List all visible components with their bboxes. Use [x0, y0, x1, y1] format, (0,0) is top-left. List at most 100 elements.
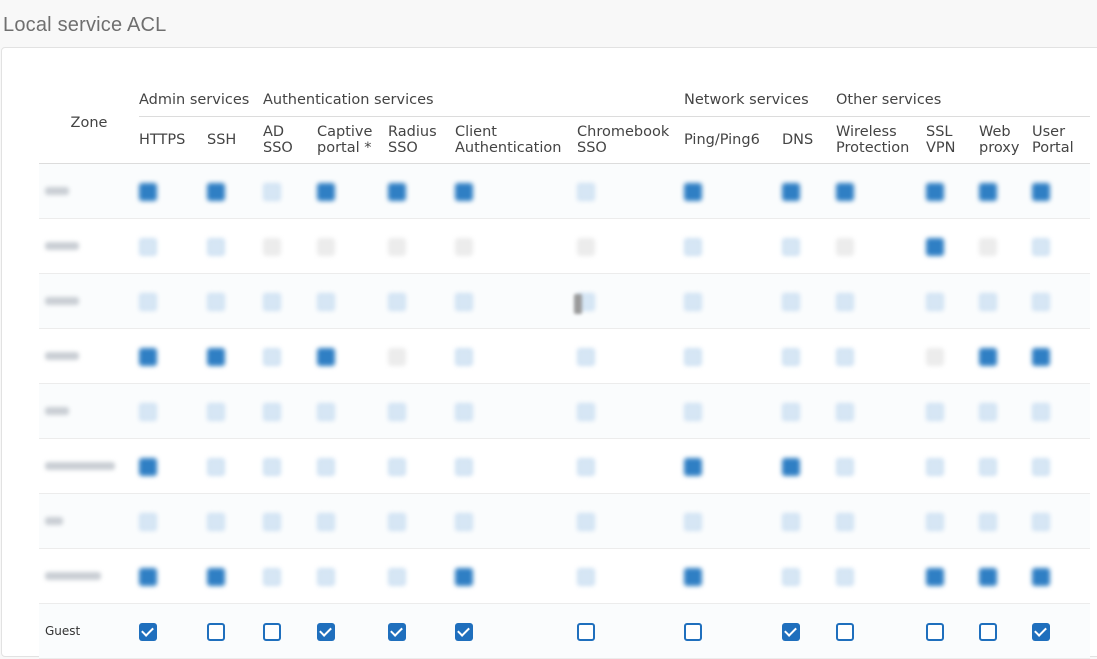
redacted-checkbox — [207, 567, 225, 586]
acl-cell — [782, 493, 836, 549]
redacted-checkbox — [684, 237, 702, 256]
redacted-checkbox — [577, 457, 595, 476]
redacted-checkbox — [684, 567, 702, 586]
acl-cell — [782, 438, 836, 494]
column-header-label: SSH — [207, 132, 237, 148]
column-header-label: SSO — [263, 140, 293, 156]
redacted-checkbox — [388, 182, 406, 201]
redacted-checkbox — [455, 402, 473, 421]
redacted-checkbox — [577, 512, 595, 531]
acl-cell — [577, 328, 684, 384]
column-header: Radius SSO — [388, 116, 455, 164]
redacted-checkbox — [207, 457, 225, 476]
acl-cell — [388, 493, 455, 549]
acl-cell — [455, 163, 577, 219]
acl-cell — [577, 438, 684, 494]
column-header-label: Captive — [317, 124, 373, 140]
redacted-zone-name — [45, 187, 69, 195]
redacted-checkbox — [207, 237, 225, 256]
group-header-label: Authentication services — [263, 92, 434, 108]
service-checkbox[interactable] — [577, 622, 595, 641]
service-checkbox[interactable] — [836, 622, 854, 641]
redacted-checkbox — [317, 347, 335, 366]
service-checkbox[interactable] — [455, 622, 473, 641]
acl-cell — [388, 218, 455, 274]
column-header-label: User — [1032, 124, 1066, 140]
redacted-checkbox — [455, 347, 473, 366]
redacted-checkbox — [782, 512, 800, 531]
zone-name: Guest — [45, 624, 81, 638]
column-header: Wireless Protection — [836, 116, 926, 164]
service-checkbox[interactable] — [684, 622, 702, 641]
acl-cell — [782, 273, 836, 329]
service-checkbox[interactable] — [263, 622, 281, 641]
acl-cell — [455, 328, 577, 384]
redacted-checkbox — [1032, 402, 1050, 421]
column-header: Ping/Ping6 — [684, 116, 782, 164]
redacted-checkbox — [836, 292, 854, 311]
service-checkbox[interactable] — [139, 622, 157, 641]
redacted-checkbox — [388, 237, 406, 256]
column-header-label: Ping/Ping6 — [684, 132, 760, 148]
acl-cell — [139, 163, 207, 219]
acl-cell — [263, 218, 317, 274]
redacted-checkbox — [455, 567, 473, 586]
group-header-label: Admin services — [139, 92, 250, 108]
acl-cell — [979, 218, 1032, 274]
column-header-label: Authentication — [455, 140, 562, 156]
acl-cell — [455, 438, 577, 494]
acl-cell — [684, 493, 782, 549]
service-checkbox[interactable] — [317, 622, 335, 641]
redacted-checkbox — [979, 237, 997, 256]
acl-cell — [782, 218, 836, 274]
service-checkbox[interactable] — [207, 622, 225, 641]
service-checkbox[interactable] — [1032, 622, 1050, 641]
acl-cell — [139, 493, 207, 549]
acl-cell — [684, 328, 782, 384]
redacted-checkbox — [836, 347, 854, 366]
redacted-checkbox — [317, 457, 335, 476]
acl-cell — [388, 438, 455, 494]
service-checkbox[interactable] — [388, 622, 406, 641]
column-header-label: Protection — [836, 140, 910, 156]
service-checkbox[interactable] — [782, 622, 800, 641]
acl-cell — [139, 548, 207, 604]
redacted-checkbox — [926, 182, 944, 201]
acl-cell — [926, 328, 979, 384]
redacted-checkbox — [979, 347, 997, 366]
acl-cell — [139, 438, 207, 494]
acl-cell — [979, 548, 1032, 604]
column-header: SSL VPN — [926, 116, 979, 164]
acl-cell — [388, 273, 455, 329]
redacted-checkbox — [317, 512, 335, 531]
column-header-label: SSO — [577, 140, 607, 156]
acl-cell — [577, 603, 684, 659]
service-checkbox[interactable] — [926, 622, 944, 641]
redacted-checkbox — [317, 237, 335, 256]
acl-cell — [684, 548, 782, 604]
redacted-checkbox — [455, 292, 473, 311]
redacted-checkbox — [1032, 292, 1050, 311]
acl-cell — [577, 383, 684, 439]
redacted-checkbox — [979, 402, 997, 421]
redacted-checkbox — [207, 182, 225, 201]
redacted-checkbox — [207, 402, 225, 421]
acl-cell — [782, 603, 836, 659]
acl-cell — [577, 493, 684, 549]
acl-panel: Zone Admin services Authentication servic… — [1, 47, 1097, 659]
redacted-zone-name — [45, 297, 79, 305]
redacted-checkbox — [139, 457, 157, 476]
group-header-label: Network services — [684, 92, 809, 108]
acl-cell — [207, 548, 263, 604]
redacted-checkbox — [139, 512, 157, 531]
redacted-checkbox — [388, 457, 406, 476]
column-header-label: AD — [263, 124, 285, 140]
redacted-checkbox — [139, 237, 157, 256]
redacted-checkbox — [455, 182, 473, 201]
redacted-checkbox — [263, 512, 281, 531]
service-checkbox[interactable] — [979, 622, 997, 641]
redacted-checkbox — [836, 457, 854, 476]
acl-cell — [979, 438, 1032, 494]
acl-cell — [1032, 218, 1090, 274]
acl-cell — [836, 603, 926, 659]
